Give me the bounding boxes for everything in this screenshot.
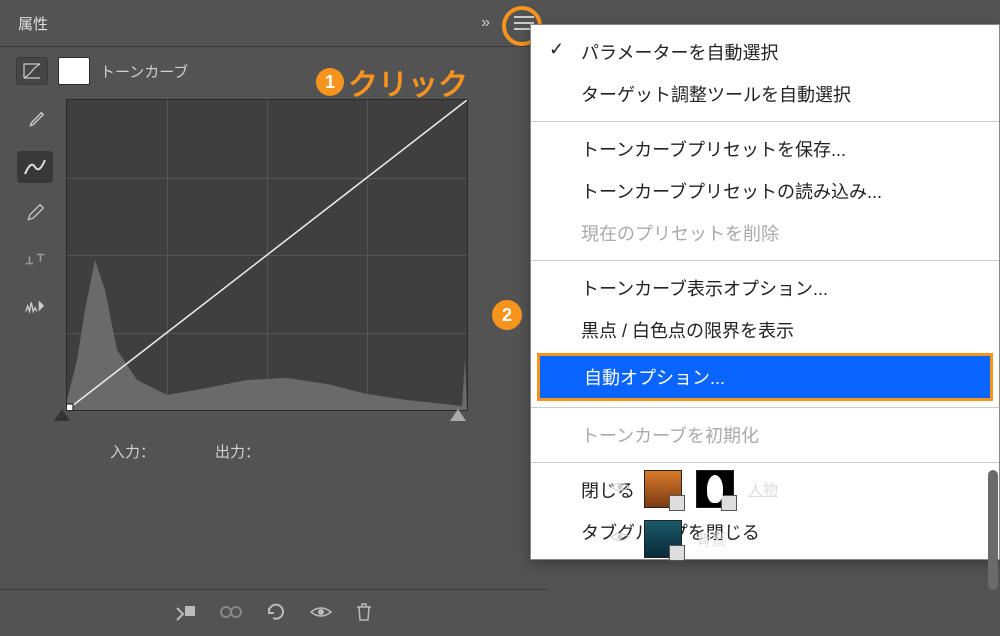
curves-tool-column: [10, 99, 60, 411]
black-point-slider[interactable]: [54, 409, 70, 421]
layer-mask-thumb[interactable]: [696, 470, 734, 508]
visibility-icon[interactable]: [309, 604, 333, 623]
layer-row[interactable]: 背景: [610, 520, 778, 558]
menu-reset-curves: トーンカーブを初期化: [531, 414, 999, 456]
annotation-step-1: 1: [316, 68, 344, 96]
layer-name[interactable]: 人物: [748, 479, 778, 500]
view-previous-icon[interactable]: [219, 604, 243, 623]
layer-thumb[interactable]: [644, 520, 682, 558]
output-label: 出力：: [215, 441, 260, 462]
visibility-eye-icon[interactable]: [610, 530, 630, 549]
clip-to-layer-icon[interactable]: [175, 602, 197, 625]
menu-auto-select-params[interactable]: ✓ パラメーターを自動選択: [531, 31, 999, 73]
visibility-eye-icon[interactable]: [610, 480, 630, 499]
input-label: 入力：: [110, 441, 155, 462]
menu-load-preset[interactable]: トーンカーブプリセットの読み込み...: [531, 170, 999, 212]
check-icon: ✓: [549, 39, 564, 60]
panel-bottom-bar: [0, 589, 548, 636]
layer-name[interactable]: 背景: [696, 529, 726, 550]
panel-header: 属性 »: [0, 0, 548, 47]
annotation-step-2: 2: [492, 300, 522, 330]
layer-thumb[interactable]: [644, 470, 682, 508]
curve-graph[interactable]: [66, 99, 468, 411]
pencil-tool[interactable]: [17, 197, 53, 229]
eyedropper-tool[interactable]: [17, 105, 53, 137]
menu-show-clipping[interactable]: 黒点 / 白色点の限界を表示: [531, 309, 999, 351]
reset-icon[interactable]: [265, 602, 287, 625]
menu-display-options[interactable]: トーンカーブ表示オプション...: [531, 267, 999, 309]
layer-row[interactable]: 人物: [610, 470, 778, 508]
trash-icon[interactable]: [355, 602, 373, 625]
menu-auto-options[interactable]: 自動オプション...: [537, 353, 993, 401]
adjustment-name: トーンカーブ: [100, 61, 188, 82]
annotation-click-label: 1 クリック: [316, 60, 468, 104]
panel-tab-properties[interactable]: 属性: [0, 1, 66, 46]
layer-mask-thumb[interactable]: [58, 57, 90, 85]
smooth-tool[interactable]: [17, 243, 53, 275]
layers-scrollbar[interactable]: [988, 470, 998, 590]
io-readout: 入力： 出力：: [110, 441, 548, 462]
properties-panel: 属性 » トーンカーブ 1 クリック: [0, 0, 548, 636]
menu-save-preset[interactable]: トーンカーブプリセットを保存...: [531, 128, 999, 170]
white-point-slider[interactable]: [450, 409, 466, 421]
curves-adjustment-icon[interactable]: [16, 57, 48, 85]
collapse-chevrons-icon[interactable]: »: [471, 14, 500, 32]
menu-delete-preset: 現在のプリセットを削除: [531, 212, 999, 254]
histogram-clip-icon[interactable]: [17, 289, 53, 321]
layers-area: 人物 背景: [610, 470, 778, 570]
curve-point-tool[interactable]: [17, 151, 53, 183]
menu-auto-select-target-tool[interactable]: ターゲット調整ツールを自動選択: [531, 73, 999, 115]
